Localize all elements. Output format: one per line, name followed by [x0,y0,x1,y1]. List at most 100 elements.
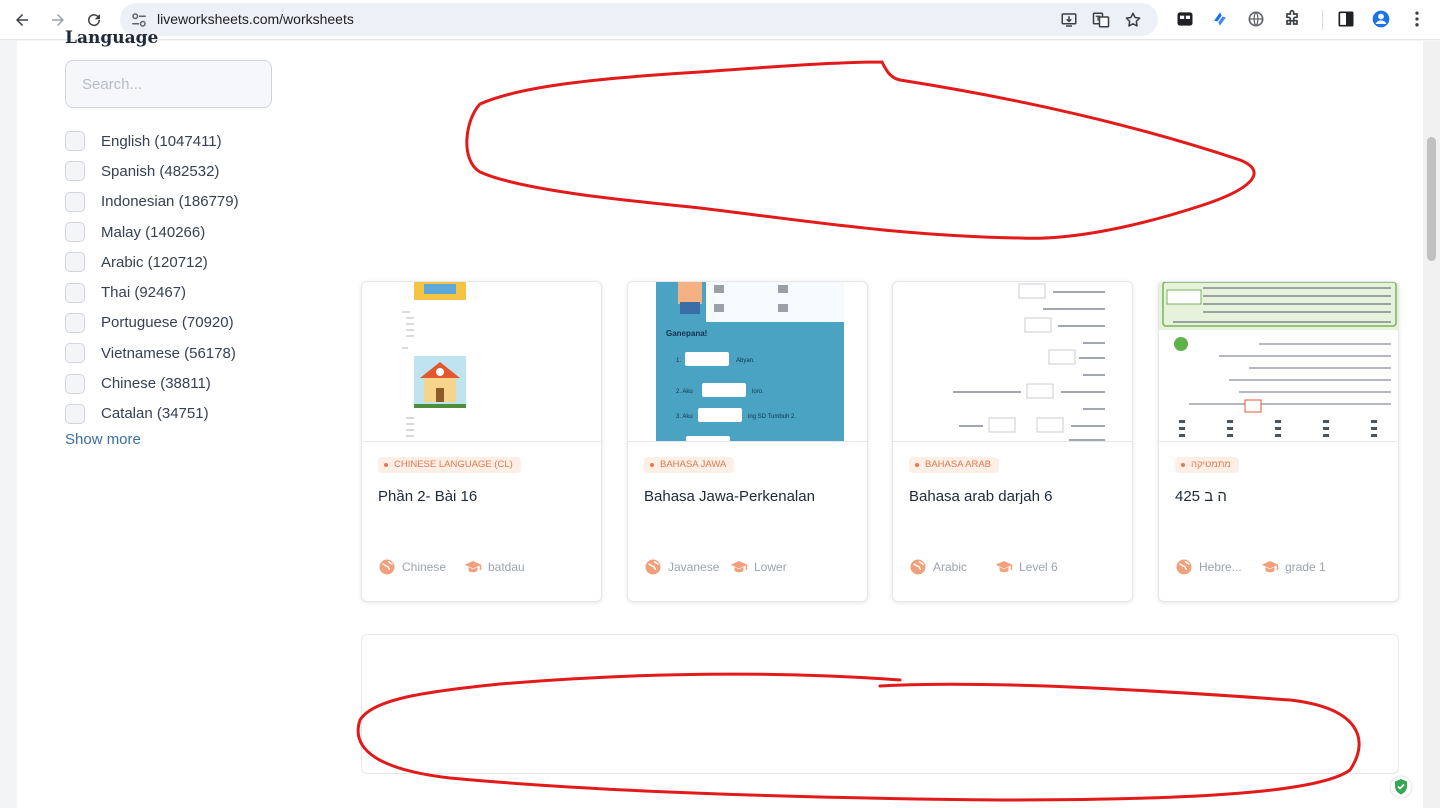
worksheet-level: grade 1 [1261,558,1326,576]
globe-icon [1176,559,1192,575]
worksheet-level: batdau [464,558,525,576]
language-checkbox[interactable] [65,282,85,303]
language-option[interactable]: Indonesian (186779) [65,187,239,217]
address-bar[interactable]: liveworksheets.com/worksheets [120,3,1158,36]
worksheet-thumbnail[interactable] [1159,282,1398,442]
worksheet-title[interactable]: 425 ה ב [1175,488,1227,505]
language-label: Spanish (482532) [101,162,220,180]
language-label: Vietnamese (56178) [101,344,236,362]
arrow-right-icon [52,14,64,26]
toolbar-divider [1322,10,1323,30]
language-label: Arabic (120712) [101,253,208,271]
worksheet-language: Hebre... [1175,558,1242,576]
thumb-line: 1. [676,358,681,364]
site-settings-icon[interactable] [130,11,148,29]
language-option[interactable]: English (1047411) [65,126,239,156]
language-label: English (1047411) [101,132,222,150]
javanese-heading: Ganepana! [666,329,707,338]
graduation-cap-icon [1261,561,1279,573]
language-text: Hebre... [1199,560,1242,574]
bookmark-star-icon[interactable] [1124,11,1142,29]
language-checkbox[interactable] [65,191,85,212]
thumb-line: 3. Aku [676,414,693,420]
content-card [361,634,1399,774]
worksheet-card[interactable]: מתמטיקה 425 ה ב Hebre... grade 1 [1158,281,1399,602]
language-checkbox[interactable] [65,161,85,182]
thumb-line: loro. [752,389,764,395]
url-text[interactable]: liveworksheets.com/worksheets [157,11,354,27]
language-label: Portuguese (70920) [101,314,234,332]
subject-badge: מתמטיקה [1175,457,1239,473]
worksheet-language: Javanese [644,558,719,576]
language-checkbox[interactable] [65,343,85,364]
language-label: Chinese (38811) [101,375,211,393]
graduation-cap-icon [995,561,1013,573]
profile-avatar-icon[interactable] [1371,9,1391,29]
worksheet-card[interactable]: BAHASA ARAB Bahasa arab darjah 6 Arabic … [892,281,1133,602]
level-text: grade 1 [1285,560,1326,574]
translate-icon[interactable] [1092,11,1110,29]
language-filter-heading: Language [65,28,159,48]
language-checkbox[interactable] [65,312,85,333]
language-option[interactable]: Malay (140266) [65,217,239,247]
subject-badge: BAHASA ARAB [909,457,1000,473]
language-checkbox[interactable] [65,403,85,424]
worksheet-level: Level 6 [995,558,1058,576]
language-text: Javanese [668,560,720,574]
worksheet-thumbnail[interactable]: Ganepana! 1. Abyan. 2. Aku loro. 3. Aku … [628,282,867,442]
worksheet-title[interactable]: Phần 2- Bài 16 [378,488,477,505]
chinese-worksheet-preview [402,282,466,437]
language-option[interactable]: Chinese (38811) [65,368,239,398]
extension-blue-icon[interactable] [1210,9,1230,29]
extension-globe-icon[interactable] [1246,9,1266,29]
javanese-worksheet-preview: Ganepana! 1. Abyan. 2. Aku loro. 3. Aku … [656,282,844,441]
worksheet-title[interactable]: Bahasa Jawa-Perkenalan [644,488,815,505]
worksheet-language: Chinese [378,558,446,576]
language-option[interactable]: Portuguese (70920) [65,308,239,338]
worksheet-level: Lower [730,558,787,576]
language-checkbox[interactable] [65,252,85,273]
subject-badge: BAHASA JAWA [644,457,735,473]
language-checkbox[interactable] [65,373,85,394]
shield-check-icon[interactable] [1389,775,1413,799]
language-checkbox[interactable] [65,131,85,152]
back-button[interactable] [10,8,34,32]
language-option[interactable]: Catalan (34751) [65,399,239,429]
worksheet-thumbnail[interactable] [362,282,601,442]
language-text: Arabic [933,560,968,574]
language-search-input[interactable] [65,60,272,108]
language-label: Malay (140266) [101,223,206,241]
worksheet-language: Arabic [909,558,967,576]
thumb-line: Abyan. [736,358,755,364]
worksheet-title[interactable]: Bahasa arab darjah 6 [909,488,1052,505]
graduation-cap-icon [730,561,748,573]
side-panel-icon[interactable] [1336,9,1356,29]
worksheet-card[interactable]: Ganepana! 1. Abyan. 2. Aku loro. 3. Aku … [627,281,868,602]
language-option[interactable]: Vietnamese (56178) [65,338,239,368]
language-option[interactable]: Spanish (482532) [65,156,239,186]
extension-app-icon[interactable] [1175,9,1195,29]
language-option[interactable]: Arabic (120712) [65,247,239,277]
level-text: batdau [488,560,525,574]
globe-icon [379,559,395,575]
arabic-worksheet-preview [953,283,1105,441]
language-label: Catalan (34751) [101,405,209,423]
menu-kebab-icon[interactable] [1407,9,1427,29]
language-option[interactable]: Thai (92467) [65,277,239,307]
language-checkbox[interactable] [65,222,85,243]
worksheet-thumbnail[interactable] [893,282,1132,442]
language-text: Chinese [402,560,447,574]
page-scrollbar[interactable] [1423,41,1440,808]
browser-toolbar: liveworksheets.com/worksheets [0,0,1440,40]
filter-sidebar: Language English (1047411) Spanish (4825… [17,28,320,808]
reload-icon [88,14,101,27]
worksheet-card[interactable]: CHINESE LANGUAGE (CL) Phần 2- Bài 16 Chi… [361,281,602,602]
install-app-icon[interactable] [1060,11,1078,29]
arrow-left-icon [16,14,28,26]
scrollbar-thumb[interactable] [1427,137,1436,261]
globe-icon [910,559,926,575]
show-more-link[interactable]: Show more [65,431,141,448]
extensions-puzzle-icon[interactable] [1282,9,1302,29]
language-list: English (1047411) Spanish (482532) Indon… [65,126,239,429]
thumb-line: 2. Aku [676,389,693,395]
